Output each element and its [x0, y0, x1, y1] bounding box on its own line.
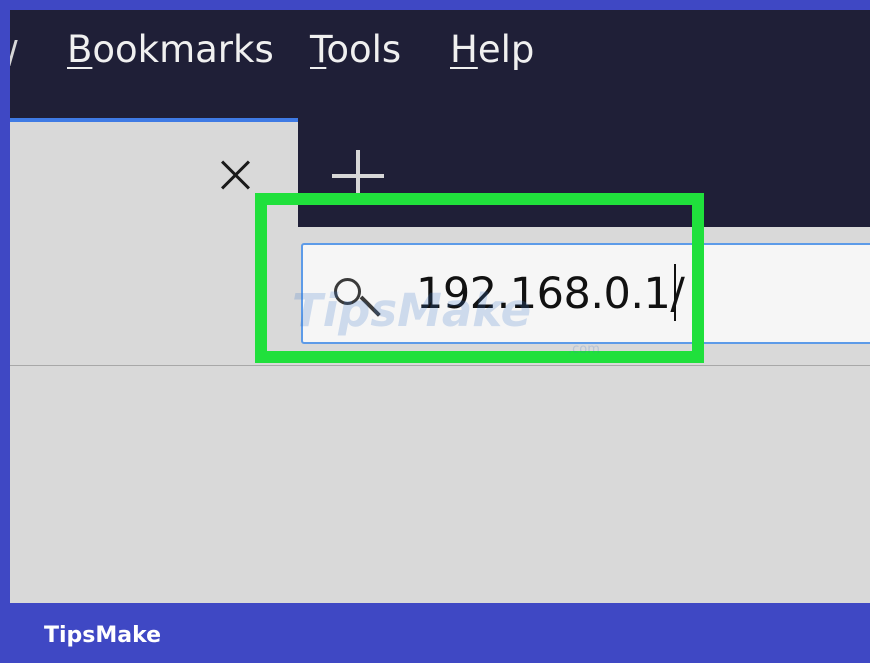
plus-icon[interactable] [332, 150, 384, 202]
menu-bookmarks-mnemonic: B [67, 28, 93, 71]
search-icon-handle [359, 295, 381, 317]
search-icon-lens [334, 278, 361, 305]
menu-help-mnemonic: H [450, 28, 478, 71]
menu-tools[interactable]: Tools [310, 30, 401, 70]
text-cursor [674, 264, 676, 321]
close-icon[interactable] [220, 160, 250, 190]
menu-bookmarks-label: ookmarks [92, 28, 274, 71]
browser-window: Bookmarks Tools Help 192.168.0.1/ [10, 10, 870, 603]
toolbar-divider [10, 365, 870, 366]
tab-strip [10, 118, 870, 227]
menu-help[interactable]: Help [450, 30, 534, 70]
partial-menu-item [10, 40, 18, 66]
tab-active[interactable] [10, 118, 298, 227]
menu-tools-mnemonic: T [310, 28, 327, 71]
address-bar[interactable]: 192.168.0.1/ [301, 243, 870, 344]
footer-brand: TipsMake [44, 623, 162, 648]
menu-help-label: elp [477, 28, 535, 71]
address-input-value[interactable]: 192.168.0.1/ [416, 268, 685, 320]
search-icon [334, 278, 381, 323]
menu-bookmarks[interactable]: Bookmarks [67, 30, 274, 70]
menu-tools-label: ools [326, 28, 402, 71]
menu-bar: Bookmarks Tools Help [10, 10, 870, 118]
